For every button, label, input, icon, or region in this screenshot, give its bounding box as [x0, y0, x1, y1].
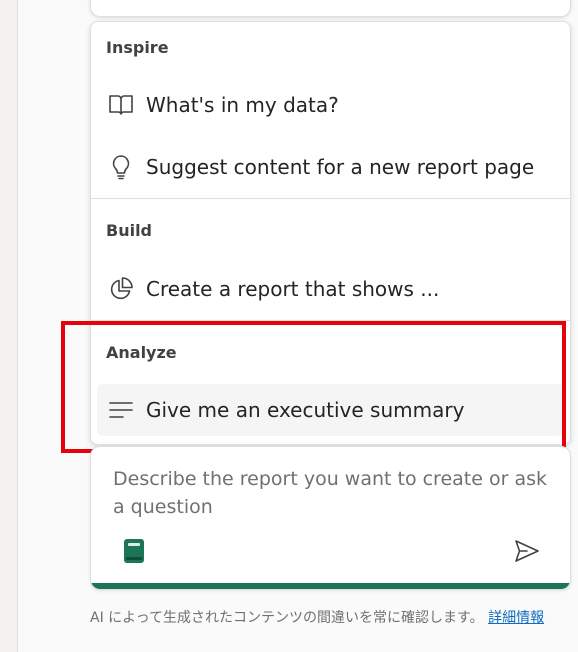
menu-item-label: Create a report that shows ...	[146, 277, 440, 301]
send-icon	[515, 540, 539, 562]
section-header-inspire: Inspire	[106, 38, 169, 57]
learn-more-link[interactable]: 詳細情報	[488, 610, 544, 626]
menu-item-label: Suggest content for a new report page	[146, 155, 535, 179]
book-icon	[124, 539, 144, 563]
menu-item-suggest-content[interactable]: Suggest content for a new report page	[97, 141, 564, 193]
book-open-icon	[107, 91, 135, 119]
menu-item-label: What's in my data?	[146, 93, 339, 117]
disclaimer-text: AI によって生成されたコンテンツの間違いを常に確認します。	[90, 610, 484, 626]
menu-item-create-report[interactable]: Create a report that shows ...	[97, 263, 564, 315]
section-header-build: Build	[106, 221, 153, 240]
previous-card	[90, 0, 571, 17]
highlight-annotation	[61, 321, 566, 453]
prompt-guide-button[interactable]	[123, 538, 145, 564]
section-divider	[91, 198, 570, 199]
input-accent-bar	[91, 583, 570, 589]
lightbulb-icon	[107, 153, 135, 181]
ai-disclaimer: AI によって生成されたコンテンツの間違いを常に確認します。 詳細情報	[90, 607, 570, 629]
menu-item-whats-in-my-data[interactable]: What's in my data?	[97, 79, 564, 131]
chat-input[interactable]: Describe the report you want to create o…	[113, 465, 553, 521]
send-button[interactable]	[514, 538, 540, 564]
left-strip	[0, 0, 18, 652]
chat-input-card: Describe the report you want to create o…	[90, 446, 571, 590]
pie-chart-icon	[107, 275, 135, 303]
